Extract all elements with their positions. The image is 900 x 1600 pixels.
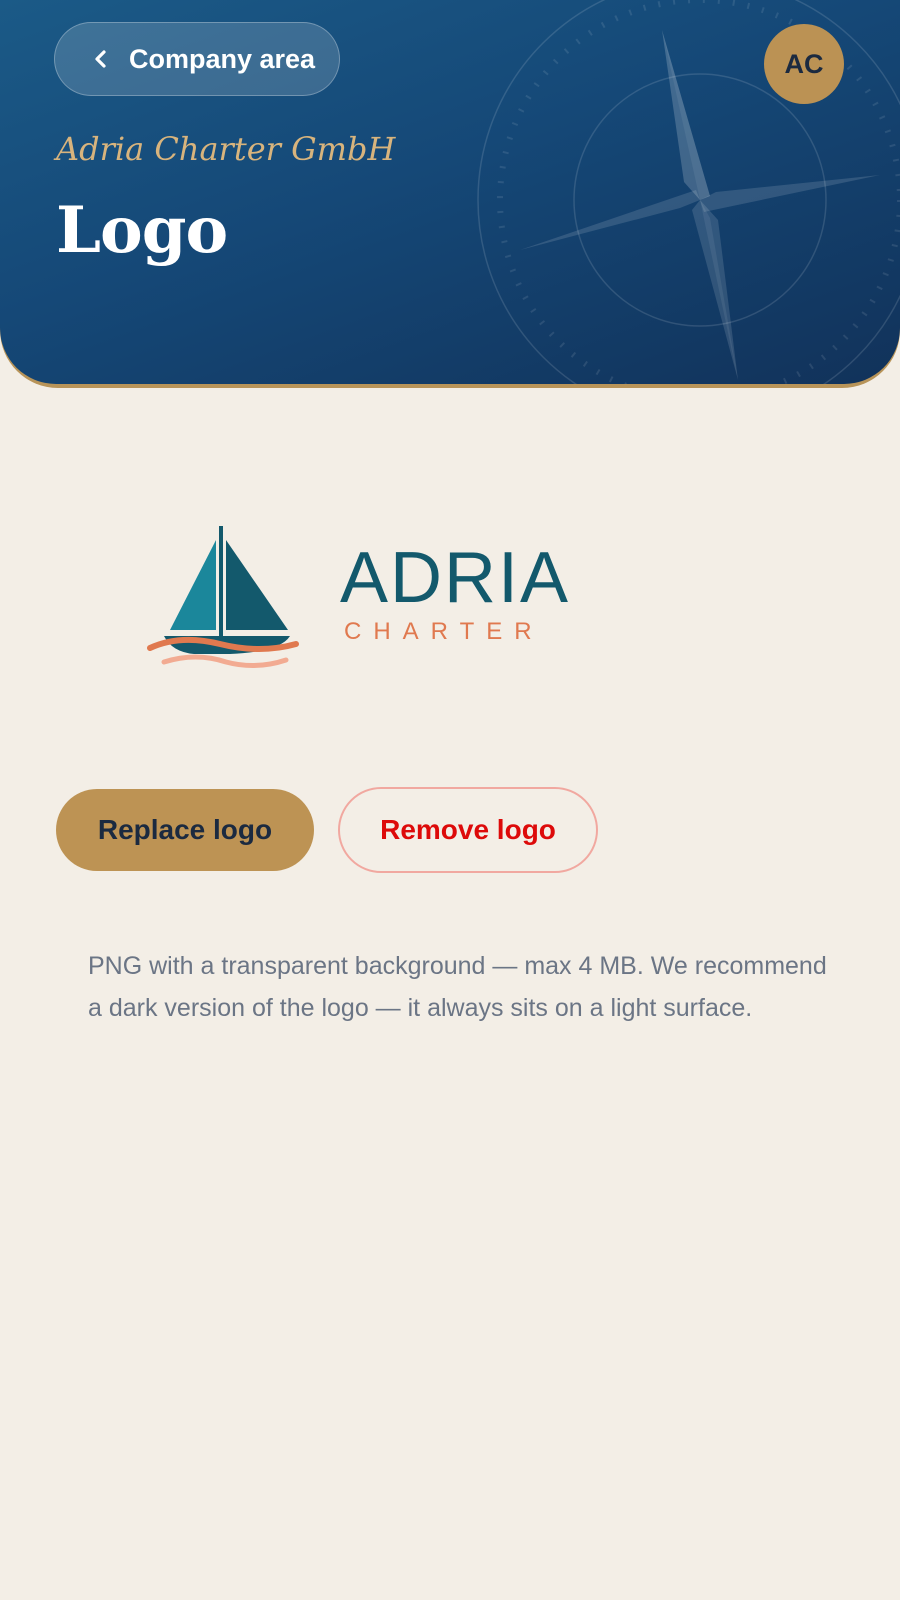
back-button[interactable]: Company area	[54, 22, 340, 96]
logo-preview: ADRIA CHARTER	[140, 520, 590, 680]
logo-tagline: CHARTER	[344, 618, 544, 645]
sailboat-icon	[147, 526, 299, 668]
avatar[interactable]: AC	[764, 24, 844, 104]
chevron-left-icon	[95, 50, 106, 68]
replace-logo-button[interactable]: Replace logo	[56, 789, 314, 871]
page-header: Company area AC Adria Charter GmbH Logo	[0, 0, 900, 388]
page-title: Logo	[56, 193, 228, 268]
upload-hint: PNG with a transparent background — max …	[88, 952, 827, 1022]
remove-logo-button[interactable]: Remove logo	[338, 787, 598, 873]
logo-wordmark: ADRIA	[340, 538, 571, 618]
back-button-label: Company area	[129, 43, 316, 74]
company-name: Adria Charter GmbH	[56, 130, 396, 168]
